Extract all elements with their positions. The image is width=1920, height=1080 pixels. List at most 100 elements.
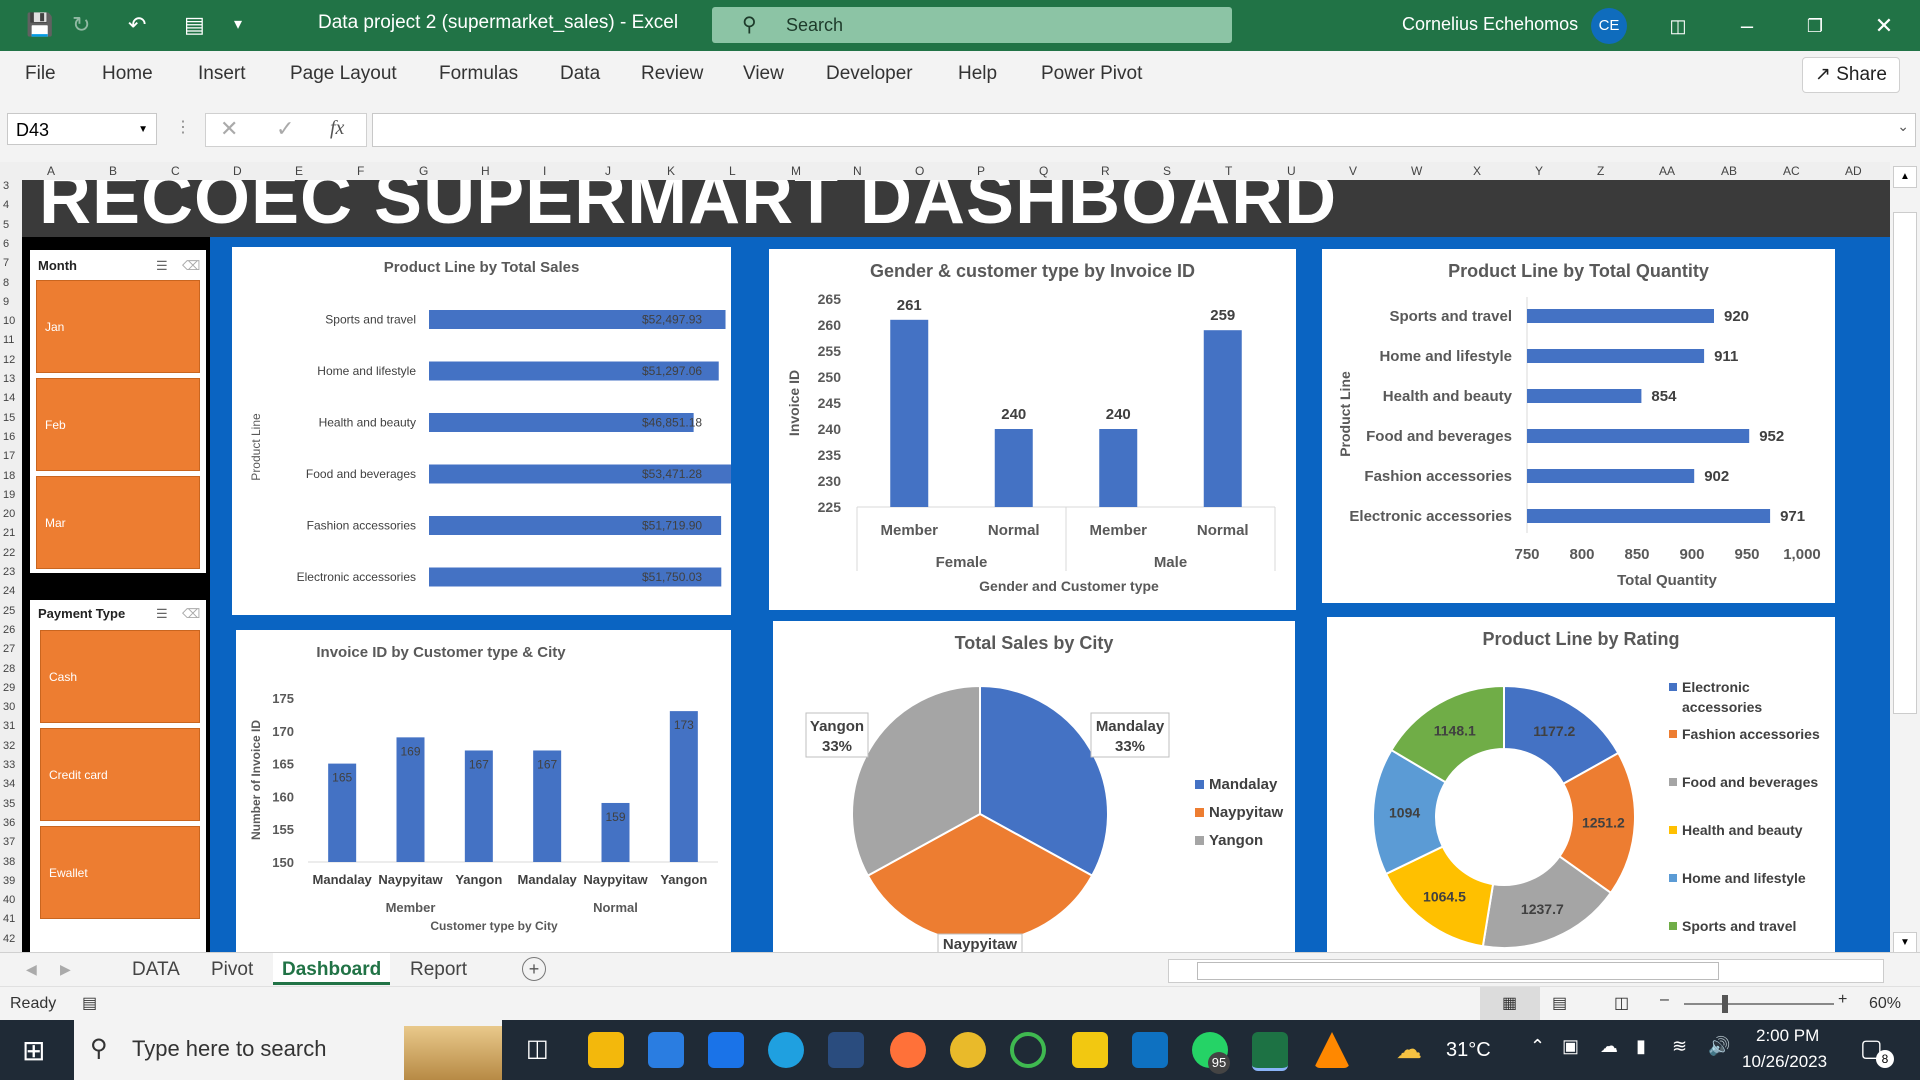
column-header-u[interactable]: U xyxy=(1287,164,1296,178)
tab-view[interactable]: View xyxy=(743,63,784,85)
column-header-z[interactable]: Z xyxy=(1597,164,1604,178)
scroll-thumb[interactable] xyxy=(1893,212,1917,714)
tab-file[interactable]: File xyxy=(25,63,56,85)
row-header-29[interactable]: 29 xyxy=(3,682,15,694)
row-header-14[interactable]: 14 xyxy=(3,392,15,404)
row-header-17[interactable]: 17 xyxy=(3,450,15,462)
row-header-10[interactable]: 10 xyxy=(3,315,15,327)
zoom-in-icon[interactable]: + xyxy=(1838,991,1847,1009)
column-header-q[interactable]: Q xyxy=(1039,164,1048,178)
cloud-icon[interactable]: ☁ xyxy=(1600,1036,1618,1057)
column-header-l[interactable]: L xyxy=(729,164,736,178)
vscode-icon[interactable] xyxy=(1132,1032,1168,1068)
slicer-item-credit-card[interactable]: Credit card xyxy=(40,728,200,821)
normal-view-button[interactable]: ▦ xyxy=(1480,987,1540,1021)
page-break-icon[interactable]: ◫ xyxy=(1614,993,1629,1013)
tab-data[interactable]: Data xyxy=(560,63,600,85)
tab-insert[interactable]: Insert xyxy=(198,63,246,85)
row-header-24[interactable]: 24 xyxy=(3,585,15,597)
insert-function-icon[interactable]: fx xyxy=(330,117,344,140)
tab-power-pivot[interactable]: Power Pivot xyxy=(1041,63,1142,85)
row-header-4[interactable]: 4 xyxy=(3,199,9,211)
column-header-m[interactable]: M xyxy=(791,164,801,178)
row-header-39[interactable]: 39 xyxy=(3,875,15,887)
column-header-j[interactable]: J xyxy=(605,164,611,178)
row-header-28[interactable]: 28 xyxy=(3,663,15,675)
row-header-27[interactable]: 27 xyxy=(3,643,15,655)
scroll-down-icon[interactable]: ▼ xyxy=(1893,932,1917,954)
tab-page-layout[interactable]: Page Layout xyxy=(290,63,397,85)
column-header-n[interactable]: N xyxy=(853,164,862,178)
expand-formula-icon[interactable]: ⌄ xyxy=(1897,118,1909,135)
column-header-b[interactable]: B xyxy=(109,164,117,178)
chart-sales-by-city[interactable]: Total Sales by City Mandalay 33% Yangon 33%… xyxy=(773,621,1295,952)
formula-input[interactable]: ⌄ xyxy=(372,113,1916,147)
row-header-18[interactable]: 18 xyxy=(3,470,15,482)
row-header-35[interactable]: 35 xyxy=(3,798,15,810)
tab-review[interactable]: Review xyxy=(641,63,703,85)
column-header-o[interactable]: O xyxy=(915,164,924,178)
row-header-26[interactable]: 26 xyxy=(3,624,15,636)
row-header-34[interactable]: 34 xyxy=(3,778,15,790)
row-header-21[interactable]: 21 xyxy=(3,527,15,539)
row-header-42[interactable]: 42 xyxy=(3,933,15,945)
chart-sales-by-product[interactable]: Product Line by Total Sales Product Line… xyxy=(232,247,731,615)
row-header-5[interactable]: 5 xyxy=(3,219,9,231)
row-header-22[interactable]: 22 xyxy=(3,547,15,559)
avatar[interactable]: CE xyxy=(1591,8,1627,44)
zoom-out-icon[interactable]: – xyxy=(1660,991,1669,1009)
sheet-tab-report[interactable]: Report xyxy=(410,959,467,981)
chrome-icon[interactable] xyxy=(950,1032,986,1068)
row-header-23[interactable]: 23 xyxy=(3,566,15,578)
horizontal-scrollbar[interactable] xyxy=(1168,959,1884,983)
chevron-down-icon[interactable]: ▼ xyxy=(138,114,148,146)
column-header-f[interactable]: F xyxy=(357,164,364,178)
row-header-41[interactable]: 41 xyxy=(3,913,15,925)
h-scroll-thumb[interactable] xyxy=(1197,962,1719,980)
wifi-icon[interactable]: ≋ xyxy=(1672,1036,1687,1057)
row-header-36[interactable]: 36 xyxy=(3,817,15,829)
close-icon[interactable]: ✕ xyxy=(1864,10,1904,42)
row-header-15[interactable]: 15 xyxy=(3,412,15,424)
next-sheet-icon[interactable]: ▶ xyxy=(60,961,71,978)
column-header-c[interactable]: C xyxy=(171,164,180,178)
cancel-icon[interactable]: ✕ xyxy=(220,116,238,142)
column-header-h[interactable]: H xyxy=(481,164,490,178)
form-icon[interactable]: ▤ xyxy=(184,12,205,38)
battery-icon[interactable]: ▮ xyxy=(1636,1036,1646,1057)
edge-icon[interactable] xyxy=(768,1032,804,1068)
column-header-r[interactable]: R xyxy=(1101,164,1110,178)
weather-temp[interactable]: 31°C xyxy=(1446,1039,1491,1062)
store-icon[interactable] xyxy=(648,1032,684,1068)
column-header-w[interactable]: W xyxy=(1411,164,1422,178)
column-header-v[interactable]: V xyxy=(1349,164,1357,178)
row-header-9[interactable]: 9 xyxy=(3,296,9,308)
column-header-y[interactable]: Y xyxy=(1535,164,1543,178)
tab-home[interactable]: Home xyxy=(102,63,153,85)
prev-sheet-icon[interactable]: ◀ xyxy=(26,961,37,978)
clock-time[interactable]: 2:00 PM xyxy=(1756,1026,1819,1046)
zoom-level[interactable]: 60% xyxy=(1869,995,1901,1013)
row-header-31[interactable]: 31 xyxy=(3,720,15,732)
firefox-icon[interactable] xyxy=(890,1032,926,1068)
sync-app-icon[interactable] xyxy=(1010,1032,1046,1068)
chart-quantity-by-product[interactable]: Product Line by Total Quantity Product L… xyxy=(1322,249,1835,603)
sheet-tab-data[interactable]: DATA xyxy=(132,959,180,981)
volume-icon[interactable]: 🔊 xyxy=(1708,1036,1730,1057)
chart-invoice-by-city[interactable]: Invoice ID by Customer type & City 175 17… xyxy=(236,630,731,952)
row-header-38[interactable]: 38 xyxy=(3,856,15,868)
column-header-a[interactable]: A xyxy=(47,164,55,178)
column-header-aa[interactable]: AA xyxy=(1659,164,1675,178)
undo-icon[interactable]: ↶ xyxy=(128,12,146,38)
ribbon-display-icon[interactable]: ◫ xyxy=(1658,10,1698,42)
customize-toolbar-icon[interactable]: ▾ xyxy=(234,14,242,34)
slicer-item-mar[interactable]: Mar xyxy=(36,476,200,569)
app-icon[interactable] xyxy=(828,1032,864,1068)
restore-icon[interactable]: ❐ xyxy=(1795,10,1835,42)
windows-start-icon[interactable]: ⊞ xyxy=(22,1034,45,1067)
scroll-up-icon[interactable]: ▲ xyxy=(1893,166,1917,188)
enter-icon[interactable]: ✓ xyxy=(276,116,294,142)
tab-formulas[interactable]: Formulas xyxy=(439,63,518,85)
mail-icon[interactable] xyxy=(708,1032,744,1068)
row-header-19[interactable]: 19 xyxy=(3,489,15,501)
